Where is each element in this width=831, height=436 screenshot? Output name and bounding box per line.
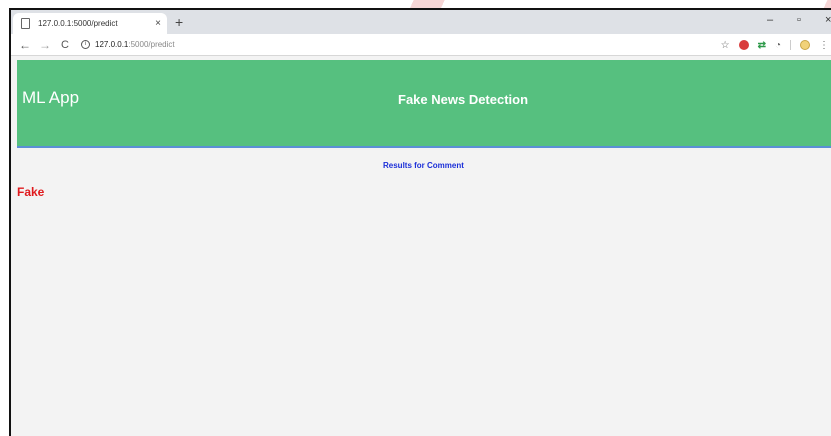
star-icon[interactable]: ☆ <box>721 40 730 51</box>
url-host: 127.0.0.1 <box>95 40 129 49</box>
adblock-icon[interactable] <box>738 40 749 50</box>
circle-extension-icon[interactable]: ◔ <box>775 40 781 51</box>
info-icon[interactable]: i <box>81 40 90 49</box>
toolbar-divider <box>790 40 791 50</box>
reload-icon[interactable]: C <box>57 39 73 51</box>
app-header: ML App Fake News Detection <box>17 60 831 148</box>
page-icon <box>21 18 30 29</box>
extension-area: ☆ ⇄ ◔ ⋮ <box>721 37 831 53</box>
page-title: Fake News Detection <box>398 92 529 107</box>
tab-strip: 127.0.0.1:5000/predict × + – ▫ × <box>11 10 831 34</box>
browser-window: 127.0.0.1:5000/predict × + – ▫ × ← → C i… <box>9 8 831 436</box>
brand-logo-text[interactable]: ML App <box>22 88 79 108</box>
tab-title: 127.0.0.1:5000/predict <box>38 19 118 28</box>
url-path: :5000/predict <box>128 40 175 49</box>
prediction-result: Fake <box>17 185 45 199</box>
new-tab-button[interactable]: + <box>175 15 183 29</box>
forward-arrow-icon[interactable]: → <box>37 38 53 52</box>
maximize-button[interactable]: ▫ <box>797 14 801 26</box>
back-arrow-icon[interactable]: ← <box>17 38 33 52</box>
page-viewport: ML App Fake News Detection Results for C… <box>11 57 831 436</box>
close-window-button[interactable]: × <box>825 14 831 26</box>
profile-icon[interactable] <box>800 40 810 50</box>
tab-predict[interactable]: 127.0.0.1:5000/predict × <box>13 13 167 34</box>
minimize-button[interactable]: – <box>767 14 773 26</box>
tab-close-icon[interactable]: × <box>149 18 167 29</box>
browser-toolbar: ← → C i 127.0.0.1 :5000/predict ☆ ⇄ ◔ ⋮ <box>11 34 831 56</box>
menu-icon[interactable]: ⋮ <box>819 40 829 51</box>
green-extension-icon[interactable]: ⇄ <box>758 40 766 51</box>
results-heading: Results for Comment <box>383 161 464 170</box>
address-bar[interactable]: i 127.0.0.1 :5000/predict <box>81 37 175 53</box>
